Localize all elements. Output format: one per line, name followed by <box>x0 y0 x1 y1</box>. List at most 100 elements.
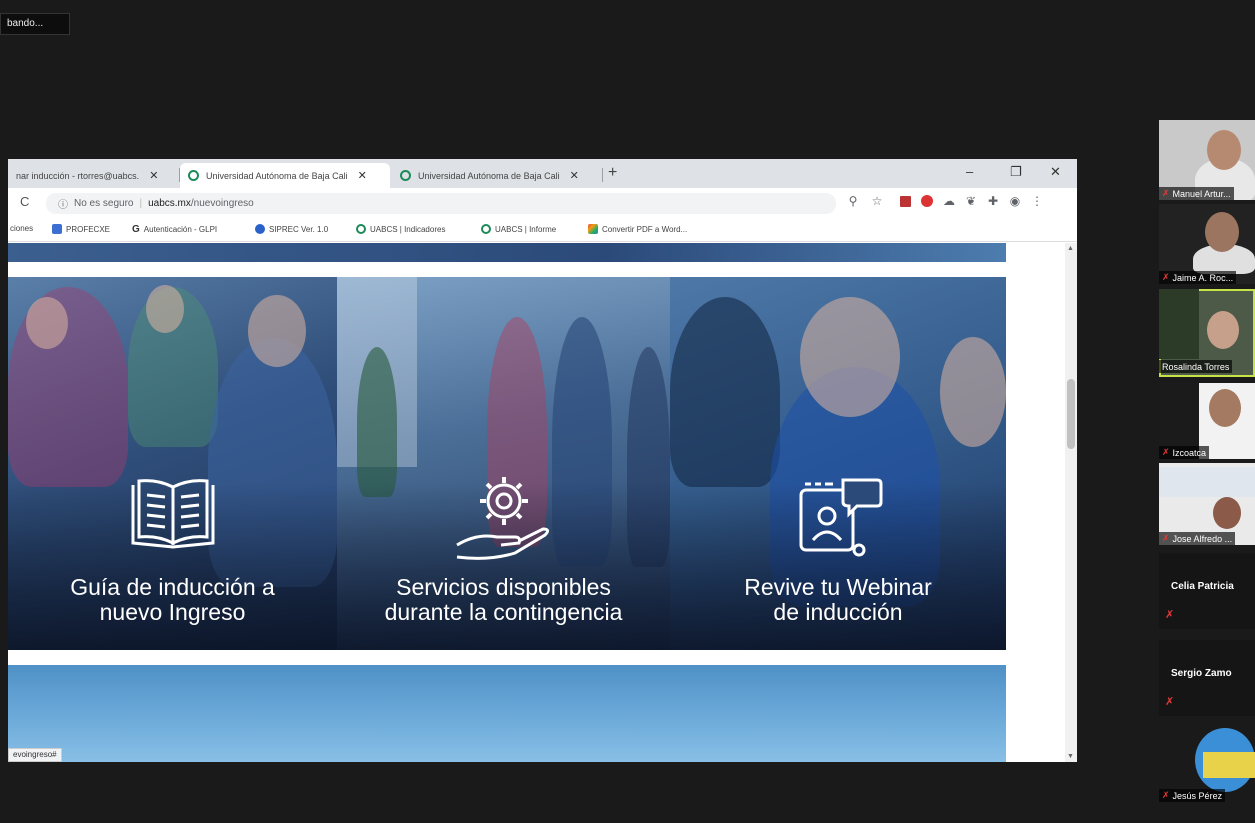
participant-name: Rosalinda Torres <box>1159 360 1233 373</box>
uabcs-favicon-icon <box>356 224 366 234</box>
participant-tile[interactable]: ✗ Izcoatca <box>1159 383 1255 459</box>
induction-guide-card[interactable]: Guía de inducción a nuevo Ingreso <box>8 277 337 650</box>
close-tab-icon[interactable]: ✕ <box>358 169 367 182</box>
pdf-convert-icon <box>588 224 598 234</box>
card-title-line: Servicios disponibles <box>396 574 611 600</box>
participant-tile[interactable]: ✗ Jaime A. Roc... <box>1159 204 1255 284</box>
participant-photo <box>1209 389 1241 427</box>
participant-photo <box>1213 497 1241 529</box>
bookmark-label: PROFECXE <box>66 224 111 234</box>
shared-browser-window: nar inducción - rtorres@uabcs. ✕ Univers… <box>8 159 1077 762</box>
muted-mic-icon: ✗ <box>1162 790 1170 800</box>
address-bar: C ⓘ No es seguro | uabcs.mx /nuevoingres… <box>8 188 1077 218</box>
bookmark-label: UABCS | Informe <box>495 224 557 234</box>
muted-mic-icon: ✗ <box>1162 188 1170 198</box>
uabcs-favicon-icon <box>481 224 491 234</box>
new-tab-button[interactable]: + <box>608 164 617 182</box>
security-label: No es seguro <box>74 198 134 209</box>
student-photo <box>248 295 306 367</box>
browser-tab-uabcs[interactable]: Universidad Autónoma de Baja Cali ✕ <box>392 163 602 188</box>
tab-label: Universidad Autónoma de Baja Cali <box>418 170 560 181</box>
participant-name: ✗ Jesús Pérez <box>1159 789 1226 802</box>
page-viewport: Guía de inducción a nuevo Ingreso Servic… <box>8 243 1065 762</box>
close-tab-icon[interactable]: ✕ <box>570 169 579 182</box>
scroll-thumb[interactable] <box>1067 379 1075 449</box>
participant-name: Celia Patricia <box>1171 581 1234 592</box>
globe-icon <box>255 224 265 234</box>
g-icon: G <box>132 224 140 235</box>
participant-tile[interactable]: Celia Patricia ✗ <box>1159 553 1255 629</box>
participant-name: ✗ Manuel Artur... <box>1159 187 1234 200</box>
card-title-line: durante la contingencia <box>384 599 623 625</box>
minimize-button[interactable]: – <box>966 164 973 179</box>
url-divider: | <box>139 198 143 209</box>
zoom-icon[interactable]: ⚲ <box>846 194 860 208</box>
participant-tile[interactable]: ✗ Jose Alfredo ... <box>1159 463 1255 545</box>
extension-icon[interactable] <box>920 194 934 208</box>
header-banner-strip <box>8 243 1006 262</box>
gear-hand-icon <box>455 477 549 560</box>
participant-photo <box>1207 311 1239 349</box>
link-status-url: evoingreso# <box>8 748 62 762</box>
page-scrollbar[interactable]: ▲ ▼ <box>1065 243 1077 762</box>
bookmark-siprec[interactable]: SIPREC Ver. 1.0 <box>255 224 328 234</box>
tab-label: nar inducción - rtorres@uabcs. <box>16 170 140 181</box>
student-photo <box>800 297 900 417</box>
profile-icon[interactable]: ◉ <box>1008 194 1022 208</box>
menu-icon[interactable]: ⋮ <box>1030 194 1044 208</box>
browser-tab-induccion[interactable]: nar inducción - rtorres@uabcs. ✕ <box>8 163 178 188</box>
bookmarks-bar: ciones PROFECXE G Autenticación - GLPI S… <box>8 218 1077 242</box>
url-field[interactable]: ⓘ No es seguro | uabcs.mx /nuevoingreso <box>46 193 836 214</box>
tab-strip: nar inducción - rtorres@uabcs. ✕ Univers… <box>8 159 1077 188</box>
bookmark-profecxe[interactable]: PROFECXE <box>52 224 110 234</box>
card-title-line: nuevo Ingreso <box>99 599 246 625</box>
evernote-icon[interactable]: ❦ <box>964 194 978 208</box>
student-photo <box>670 297 780 487</box>
available-services-card[interactable]: Servicios disponibles durante la conting… <box>337 277 670 650</box>
reload-icon[interactable]: C <box>20 194 29 209</box>
bookmark-uabcs-informe[interactable]: UABCS | Informe <box>481 224 556 234</box>
participant-avatar <box>1203 752 1255 778</box>
card-title-line: Guía de inducción a <box>70 574 275 600</box>
muted-mic-icon: ✗ <box>1165 696 1175 708</box>
restore-button[interactable]: ❐ <box>1010 164 1022 180</box>
pdf-icon[interactable] <box>898 194 912 208</box>
tab-label: Universidad Autónoma de Baja Cali <box>206 170 348 181</box>
participant-tile[interactable]: Sergio Zamo ✗ <box>1159 640 1255 716</box>
close-tab-icon[interactable]: ✕ <box>149 169 158 182</box>
bookmark-glpi[interactable]: G Autenticación - GLPI <box>132 224 217 235</box>
tab-separator <box>602 168 603 182</box>
webinar-replay-card[interactable]: Revive tu Webinar de inducción <box>670 277 1006 650</box>
url-host: uabcs.mx <box>148 198 191 209</box>
video-chat-icon <box>799 478 883 557</box>
student-photo <box>357 347 397 497</box>
card-title: Revive tu Webinar de inducción <box>670 575 1006 625</box>
participant-tile[interactable]: ✗ Jesús Pérez <box>1159 722 1255 802</box>
bookmark-uabcs-indicadores[interactable]: UABCS | Indicadores <box>356 224 445 234</box>
bookmark-label: SIPREC Ver. 1.0 <box>269 224 329 234</box>
puzzle-icon[interactable]: ✚ <box>986 194 1000 208</box>
bookmark-aplicaciones[interactable]: ciones <box>10 224 33 233</box>
participant-name: ✗ Jose Alfredo ... <box>1159 532 1236 545</box>
info-icon[interactable]: ⓘ <box>58 196 68 211</box>
bookmark-label: ciones <box>10 224 34 233</box>
participant-name: ✗ Jaime A. Roc... <box>1159 271 1237 284</box>
muted-mic-icon: ✗ <box>1162 272 1170 282</box>
close-window-button[interactable]: ✕ <box>1050 164 1061 180</box>
participant-photo <box>1159 467 1255 497</box>
open-book-icon <box>131 479 214 549</box>
grid-icon <box>52 224 62 234</box>
bookmark-convertir-pdf[interactable]: Convertir PDF a Word... <box>588 224 687 234</box>
participant-tile[interactable]: ✗ Manuel Artur... <box>1159 120 1255 200</box>
student-photo <box>940 337 1006 447</box>
scroll-down-icon[interactable]: ▼ <box>1067 753 1074 760</box>
participant-tile-active-speaker[interactable]: Rosalinda Torres <box>1159 289 1255 377</box>
cloud-icon[interactable]: ☁ <box>942 194 956 208</box>
scroll-up-icon[interactable]: ▲ <box>1067 245 1074 252</box>
uabcs-favicon-icon <box>400 170 411 181</box>
browser-tab-uabcs-active[interactable]: Universidad Autónoma de Baja Cali ✕ <box>180 163 390 188</box>
participant-name: ✗ Izcoatca <box>1159 446 1210 459</box>
bookmark-label: UABCS | Indicadores <box>370 224 446 234</box>
bookmark-label: Convertir PDF a Word... <box>602 224 688 234</box>
star-icon[interactable]: ☆ <box>870 194 884 208</box>
